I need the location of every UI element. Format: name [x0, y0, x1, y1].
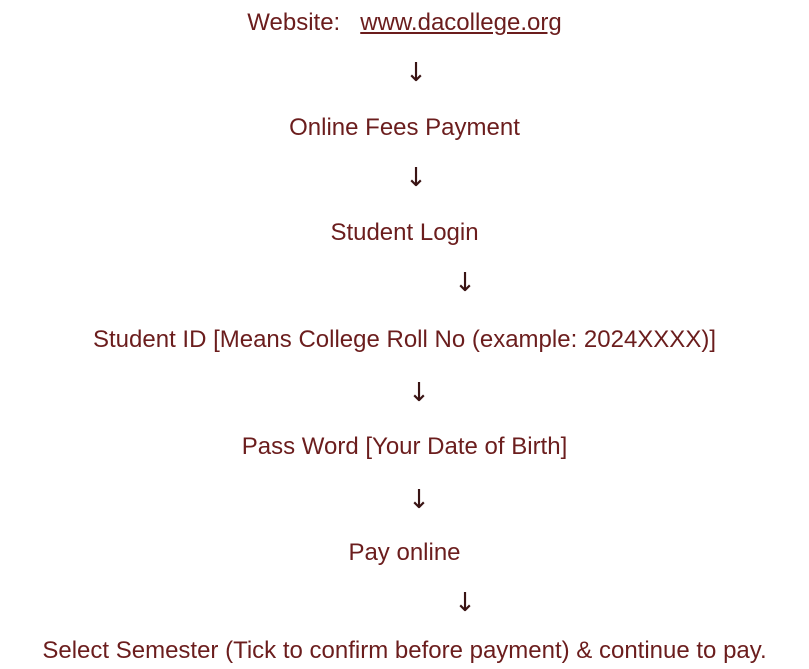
- select-semester-step: Select Semester (Tick to confirm before …: [42, 637, 767, 664]
- student-id-step: Student ID [Means College Roll No (examp…: [93, 326, 716, 353]
- pay-online-step: Pay online: [348, 539, 461, 566]
- down-arrow-icon: ↓: [454, 588, 476, 618]
- website-link[interactable]: www.dacollege.org: [360, 9, 561, 36]
- down-arrow-icon: ↓: [408, 485, 430, 515]
- website-label: Website:: [247, 9, 341, 36]
- student-login-step: Student Login: [330, 219, 479, 246]
- down-arrow-icon: ↓: [408, 378, 430, 408]
- online-fees-payment-step: Online Fees Payment: [289, 114, 520, 141]
- password-step: Pass Word [Your Date of Birth]: [241, 433, 568, 460]
- down-arrow-icon: ↓: [454, 268, 476, 298]
- down-arrow-icon: ↓: [405, 163, 427, 193]
- website-step: Website: www.dacollege.org: [0, 8, 809, 38]
- down-arrow-icon: ↓: [405, 58, 427, 88]
